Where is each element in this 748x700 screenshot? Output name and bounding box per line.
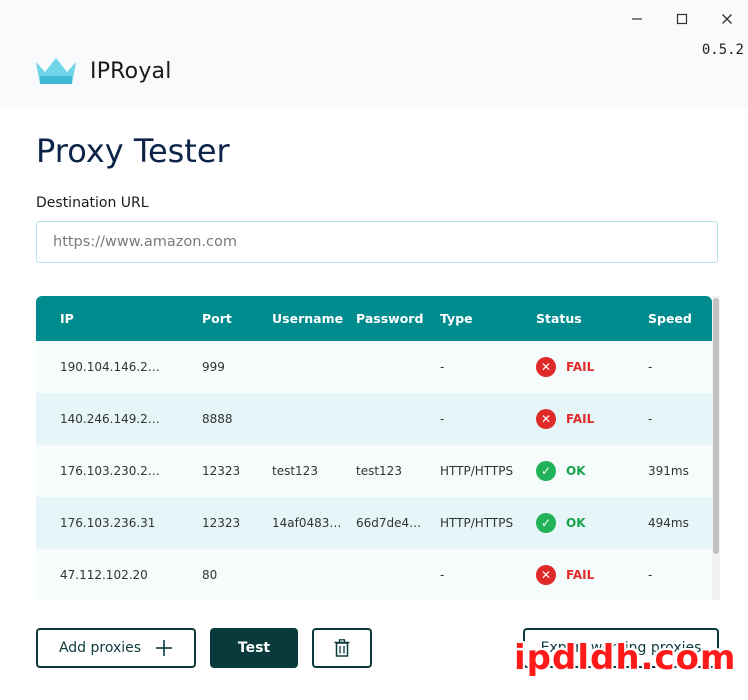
column-header-speed[interactable]: Speed [648,296,712,341]
add-proxies-button[interactable]: Add proxies [36,628,196,668]
cell-username [272,393,356,445]
status-label: FAIL [566,568,595,582]
maximize-button[interactable] [667,6,697,32]
status-label: FAIL [566,412,595,426]
status-label: OK [566,464,586,478]
cell-status: ✕ FAIL [536,341,648,393]
cell-speed: 391ms [648,464,689,478]
table-row[interactable]: 176.103.236.31 12323 14af0483… 66d7de4… HTTP… [36,497,712,549]
add-proxies-label: Add proxies [58,640,142,656]
destination-url-input[interactable] [36,221,718,263]
cell-port: 12323 [202,464,241,478]
check-circle-icon: ✓ [536,513,556,533]
column-header-port[interactable]: Port [202,296,272,341]
table-row[interactable]: 190.104.146.2… 999 - ✕ FAIL - [36,341,712,393]
x-circle-icon: ✕ [536,409,556,429]
status-badge: ✓ OK [536,461,648,481]
status-label: OK [566,516,586,530]
status-badge: ✓ OK [536,513,648,533]
table-header-row: IP Port Username Password Type Status Sp… [36,296,712,341]
cell-speed: - [648,360,653,374]
x-circle-icon: ✕ [536,357,556,377]
cell-ip: 176.103.236.31 [60,516,156,530]
table-row[interactable]: 140.246.149.2… 8888 - ✕ FAIL - [36,393,712,445]
column-header-password[interactable]: Password [356,296,440,341]
brand-name: IPRoyal [90,58,172,84]
cell-username: test123 [272,464,318,478]
cell-port: 8888 [202,412,233,426]
column-header-type[interactable]: Type [440,296,536,341]
brand-logo: IPRoyal [36,58,172,84]
page-title: Proxy Tester [36,132,230,170]
status-label: FAIL [566,360,595,374]
x-circle-icon: ✕ [536,565,556,585]
minimize-button[interactable] [622,6,652,32]
column-header-username[interactable]: Username [272,296,356,341]
maximize-icon [676,13,688,25]
minimize-icon [632,18,642,20]
proxy-table: IP Port Username Password Type Status Sp… [36,296,712,600]
cell-ip: 140.246.149.2… [60,412,160,426]
cell-status: ✓ OK [536,445,648,497]
status-badge: ✕ FAIL [536,409,648,429]
cell-username [272,549,356,600]
status-badge: ✕ FAIL [536,357,648,377]
table-row[interactable]: 47.112.102.20 80 - ✕ FAIL - [36,549,712,600]
delete-button[interactable] [312,628,372,668]
cell-speed: - [648,412,653,426]
cell-type: HTTP/HTTPS [440,516,514,530]
cell-password [356,393,440,445]
cell-type: HTTP/HTTPS [440,464,514,478]
cell-port: 999 [202,360,225,374]
test-button[interactable]: Test [210,628,298,668]
cell-type: - [440,412,445,426]
check-circle-icon: ✓ [536,461,556,481]
cell-ip: 176.103.230.2… [60,464,160,478]
cell-password [356,341,440,393]
cell-ip: 190.104.146.2… [60,360,160,374]
cell-status: ✓ OK [536,497,648,549]
cell-ip: 47.112.102.20 [60,568,148,582]
cell-type: - [440,568,445,582]
cell-speed: 494ms [648,516,689,530]
cell-type: - [440,360,445,374]
close-icon [722,14,732,24]
plus-icon [156,640,173,656]
export-working-proxies-button[interactable]: Export working proxies [523,628,719,668]
table-row[interactable]: 176.103.230.2… 12323 test123 test123 HTTP/HT… [36,445,712,497]
column-header-status[interactable]: Status [536,296,648,341]
column-header-ip[interactable]: IP [36,296,202,341]
close-button[interactable] [712,6,742,32]
cell-status: ✕ FAIL [536,549,648,600]
destination-url-label: Destination URL [36,195,149,211]
cell-password: 66d7de4… [356,516,422,530]
title-bar: 0.5.2 IPRoyal [0,0,748,108]
cell-password: test123 [356,464,402,478]
cell-username: 14af0483… [272,516,342,530]
cell-username [272,341,356,393]
status-badge: ✕ FAIL [536,565,648,585]
cell-port: 12323 [202,516,241,530]
crown-icon [36,58,76,84]
cell-status: ✕ FAIL [536,393,648,445]
cell-port: 80 [202,568,218,582]
table-scrollbar-thumb[interactable] [713,298,719,554]
cell-password [356,549,440,600]
trash-icon [334,639,350,657]
cell-speed: - [648,568,653,582]
app-version: 0.5.2 [701,42,744,58]
